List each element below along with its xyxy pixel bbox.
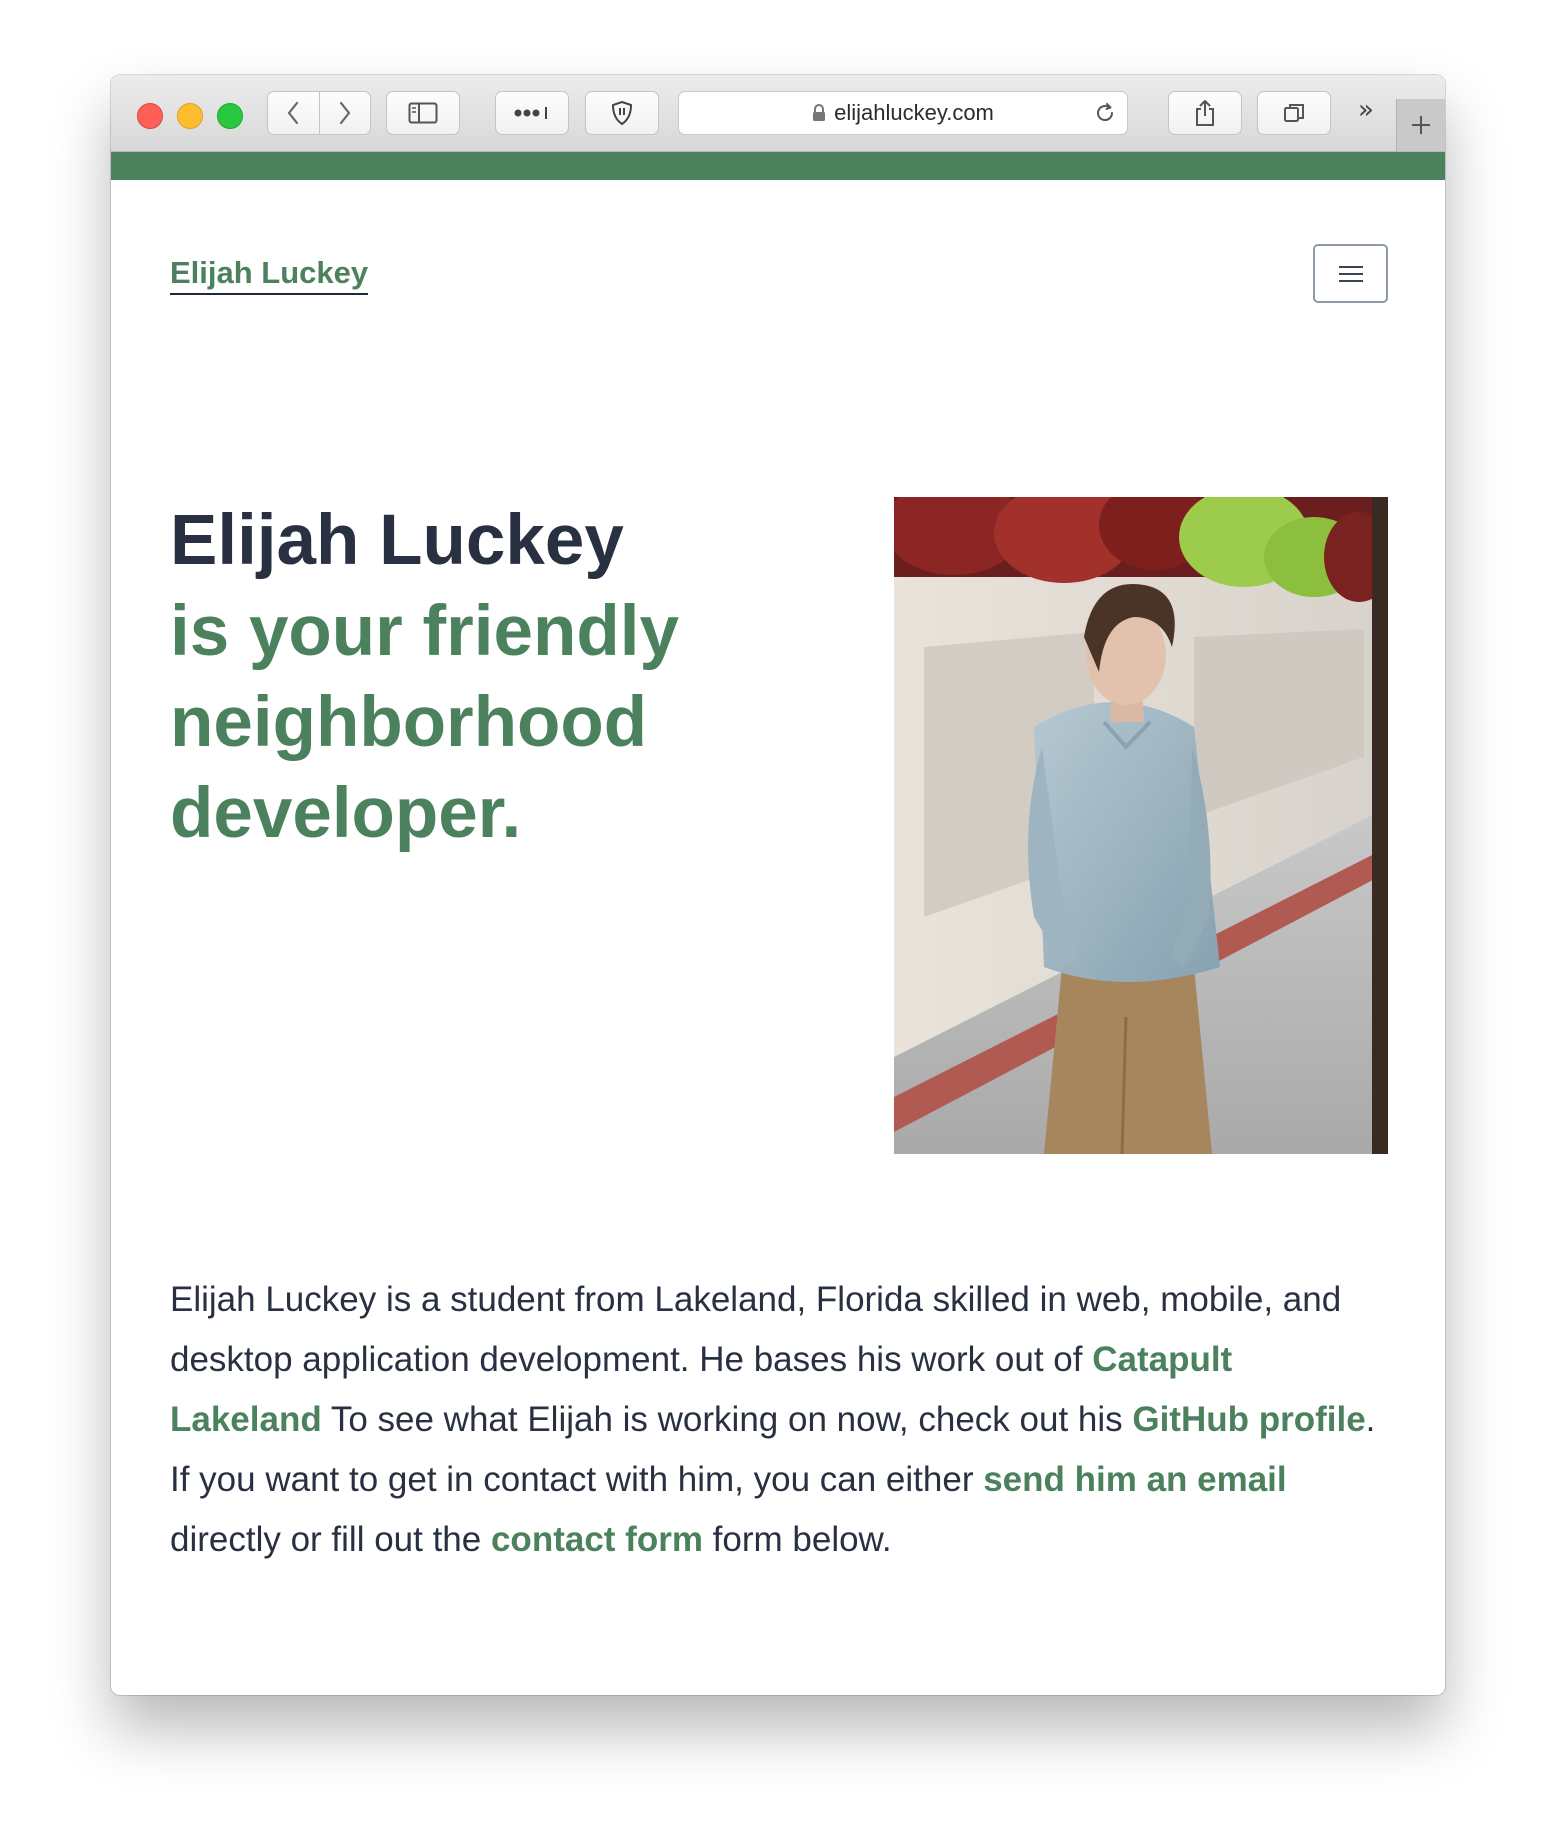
forward-button[interactable] — [318, 92, 371, 134]
hero-tagline-line-1: is your friendly — [170, 592, 679, 671]
browser-window: elijahluckey.com » Elijah Luckey Elijah … — [111, 75, 1445, 1695]
accent-bar — [111, 152, 1445, 180]
address-bar[interactable]: elijahluckey.com — [678, 91, 1128, 135]
plus-icon — [1412, 116, 1430, 134]
shield-icon — [611, 100, 633, 126]
chevron-right-icon — [339, 101, 350, 125]
address-content: elijahluckey.com — [679, 92, 1127, 134]
hero-tagline-line-3: developer. — [170, 774, 522, 853]
close-window-button[interactable] — [137, 103, 163, 129]
reload-icon — [1097, 103, 1114, 122]
maximize-window-button[interactable] — [217, 103, 243, 129]
contact-form-link[interactable]: contact form — [491, 1520, 703, 1559]
sidebar-icon — [408, 102, 438, 124]
chevron-left-icon — [288, 101, 299, 125]
github-profile-link[interactable]: GitHub profile — [1132, 1400, 1365, 1439]
reload-button[interactable] — [1093, 101, 1117, 130]
portrait-photo — [894, 497, 1388, 1154]
portrait-illustration — [894, 497, 1388, 1154]
browser-toolbar: elijahluckey.com » — [111, 75, 1445, 152]
bio-paragraph: Elijah Luckey is a student from Lakeland… — [170, 1270, 1390, 1570]
url-text: elijahluckey.com — [834, 100, 994, 125]
minimize-window-button[interactable] — [177, 103, 203, 129]
hero-heading: Elijah Luckey is your friendly neighborh… — [170, 495, 810, 859]
hero-tagline-line-2: neighborhood — [170, 683, 648, 762]
privacy-shield-button[interactable] — [585, 91, 659, 135]
tabs-icon — [1284, 104, 1304, 122]
hero-name: Elijah Luckey — [170, 501, 624, 580]
site-home-link[interactable]: Elijah Luckey — [170, 255, 369, 295]
menu-button[interactable] — [1313, 244, 1388, 303]
hamburger-menu-icon — [1338, 265, 1363, 282]
extensions-button[interactable] — [495, 91, 569, 135]
bio-text-2: To see what Elijah is working on now, ch… — [321, 1400, 1133, 1439]
history-navigation — [267, 91, 371, 135]
more-dots-icon — [514, 107, 547, 119]
bio-text-5: form below. — [702, 1520, 892, 1559]
share-icon — [1196, 100, 1214, 126]
bio-text-4: directly or fill out the — [170, 1520, 491, 1559]
lock-icon — [813, 104, 826, 121]
back-button[interactable] — [268, 92, 319, 134]
send-email-link[interactable]: send him an email — [983, 1460, 1286, 1499]
toolbar-overflow-button[interactable]: » — [1358, 95, 1374, 125]
new-tab-button[interactable] — [1396, 99, 1445, 151]
sidebar-button[interactable] — [386, 91, 460, 135]
share-button[interactable] — [1168, 91, 1242, 135]
show-tabs-button[interactable] — [1257, 91, 1331, 135]
